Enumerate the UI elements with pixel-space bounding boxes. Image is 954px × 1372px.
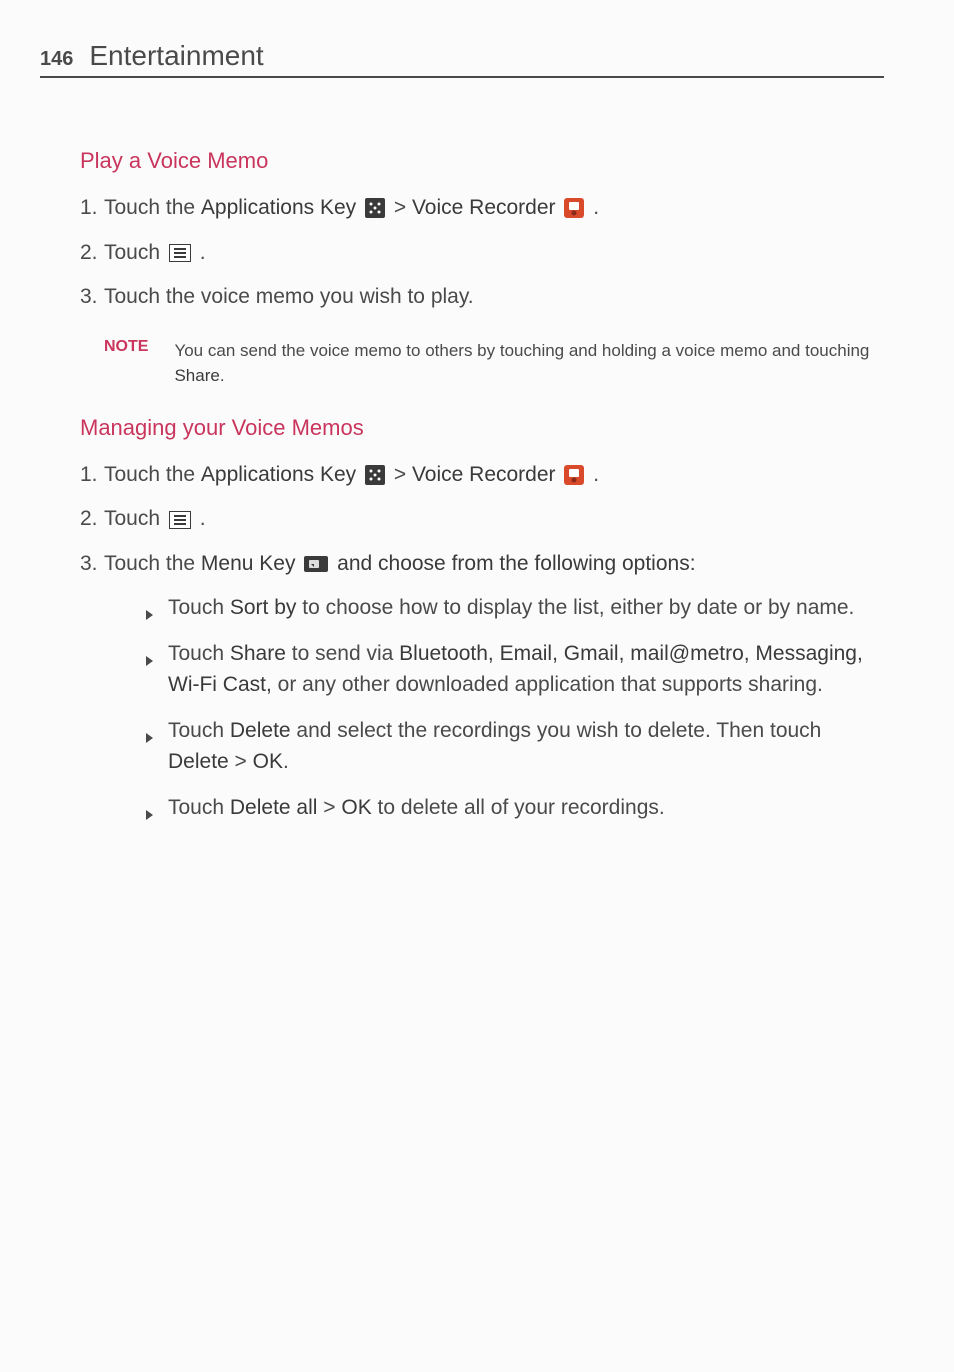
voice-recorder-label: Voice Recorder [412, 196, 561, 219]
list-icon [169, 244, 191, 262]
page-number: 146 [40, 48, 73, 71]
step-number: 2. [80, 237, 104, 270]
text: to choose how to display the list, eithe… [296, 596, 854, 619]
step-number: 3. [80, 548, 104, 581]
play-steps-list: 1. Touch the Applications Key > Voice Re… [80, 192, 884, 314]
text: Touch [104, 507, 166, 530]
step-1: 1. Touch the Applications Key > Voice Re… [80, 192, 884, 225]
text: . [593, 196, 599, 219]
text: Touch [168, 796, 230, 819]
page-header: 146 Entertainment [40, 40, 884, 78]
triangle-bullet-icon [144, 645, 154, 677]
voice-recorder-icon [564, 465, 584, 485]
step-1: 1. Touch the Applications Key > Voice Re… [80, 459, 884, 492]
text: > [394, 196, 412, 219]
delete-all-label: Delete all [230, 796, 318, 819]
applications-key-icon [365, 198, 385, 218]
step-2: 2. Touch . [80, 237, 884, 270]
option-delete: Touch Delete and select the recordings y… [144, 715, 884, 778]
option-delete-all: Touch Delete all > OK to delete all of y… [144, 792, 884, 824]
text: . [200, 241, 206, 264]
triangle-bullet-icon [144, 799, 154, 831]
text: to delete all of your recordings. [372, 796, 665, 819]
managing-steps-list: 1. Touch the Applications Key > Voice Re… [80, 459, 884, 581]
text: Touch the [104, 552, 201, 575]
triangle-bullet-icon [144, 599, 154, 631]
text: Touch [168, 596, 230, 619]
text: or any other downloaded application that… [272, 673, 823, 696]
step-number: 2. [80, 503, 104, 536]
ok-label: OK [341, 796, 371, 819]
step-number: 1. [80, 192, 104, 225]
delete-label: Delete [168, 750, 229, 773]
voice-recorder-icon [564, 198, 584, 218]
option-share: Touch Share to send via Bluetooth, Email… [144, 638, 884, 701]
menu-key-icon [304, 556, 328, 572]
options-list: Touch Sort by to choose how to display t… [144, 592, 884, 823]
voice-recorder-label: Voice Recorder [412, 463, 561, 486]
triangle-bullet-icon [144, 722, 154, 754]
step-number: 1. [80, 459, 104, 492]
note-block: NOTE You can send the voice memo to othe… [104, 338, 884, 389]
note-text: You can send the voice memo to others by… [174, 341, 869, 360]
text: Touch the voice memo you wish to play. [104, 281, 884, 314]
text: > [317, 796, 341, 819]
option-sort-by: Touch Sort by to choose how to display t… [144, 592, 884, 624]
note-text: . [220, 366, 225, 385]
list-icon [169, 511, 191, 529]
text: Touch the [104, 196, 201, 219]
section-title-managing-voice-memos: Managing your Voice Memos [80, 415, 884, 441]
delete-label: Delete [230, 719, 291, 742]
step-3: 3. Touch the Menu Key and choose from th… [80, 548, 884, 581]
text: and select the recordings you wish to de… [291, 719, 822, 742]
sort-by-label: Sort by [230, 596, 297, 619]
text: and choose from the following options: [337, 552, 695, 575]
step-3: 3. Touch the voice memo you wish to play… [80, 281, 884, 314]
text: . [200, 507, 206, 530]
text: Touch [168, 719, 230, 742]
menu-key-label: Menu Key [201, 552, 301, 575]
applications-key-icon [365, 465, 385, 485]
share-label: Share [230, 642, 286, 665]
text: Touch the [104, 463, 201, 486]
section-title-play-voice-memo: Play a Voice Memo [80, 148, 884, 174]
chapter-title: Entertainment [89, 40, 263, 72]
text: . [283, 750, 289, 773]
note-label: NOTE [104, 338, 148, 389]
step-number: 3. [80, 281, 104, 314]
text: > [394, 463, 412, 486]
share-label: Share [174, 366, 219, 385]
ok-label: OK [253, 750, 283, 773]
applications-key-label: Applications Key [201, 463, 362, 486]
applications-key-label: Applications Key [201, 196, 362, 219]
text: Touch [168, 642, 230, 665]
text: . [593, 463, 599, 486]
text: to send via [286, 642, 399, 665]
step-2: 2. Touch . [80, 503, 884, 536]
text: Touch [104, 241, 166, 264]
text: > [229, 750, 253, 773]
